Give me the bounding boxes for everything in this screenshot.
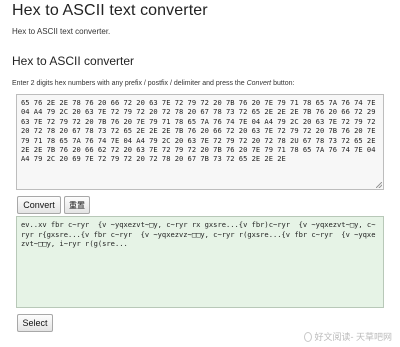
instructions-convert-word: Convert — [246, 80, 272, 87]
ascii-output-value: ev..xv fbr c~ryr {v ~yqxezvt~□y, c~ryr r… — [21, 220, 376, 249]
watermark-logo-icon — [303, 331, 312, 342]
section-title: Hex to ASCII converter — [12, 54, 135, 68]
instructions-prefix: Enter 2 digits hex numbers with any pref… — [12, 80, 247, 87]
reset-button[interactable]: 重置 — [64, 196, 90, 214]
hex-input-value: 65 76 2E 2E 78 76 20 66 72 20 63 7E 72 7… — [21, 98, 380, 164]
hex-input-textarea[interactable]: 65 76 2E 2E 78 76 20 66 72 20 63 7E 72 7… — [16, 94, 384, 190]
watermark-text: 好文阅读- 天草吧网 — [314, 332, 393, 342]
instructions-suffix: button: — [271, 80, 295, 87]
watermark: 好文阅读- 天草吧网 — [303, 330, 393, 343]
resize-grip-icon[interactable] — [376, 182, 382, 188]
page-subtitle: Hex to ASCII text converter. — [12, 27, 111, 36]
select-button[interactable]: Select — [17, 314, 53, 332]
ascii-output-textarea[interactable]: ev..xv fbr c~ryr {v ~yqxezvt~□y, c~ryr r… — [16, 216, 384, 308]
page-title: Hex to ASCII text converter — [12, 2, 208, 19]
convert-button[interactable]: Convert — [17, 196, 61, 214]
instructions-text: Enter 2 digits hex numbers with any pref… — [12, 80, 294, 87]
